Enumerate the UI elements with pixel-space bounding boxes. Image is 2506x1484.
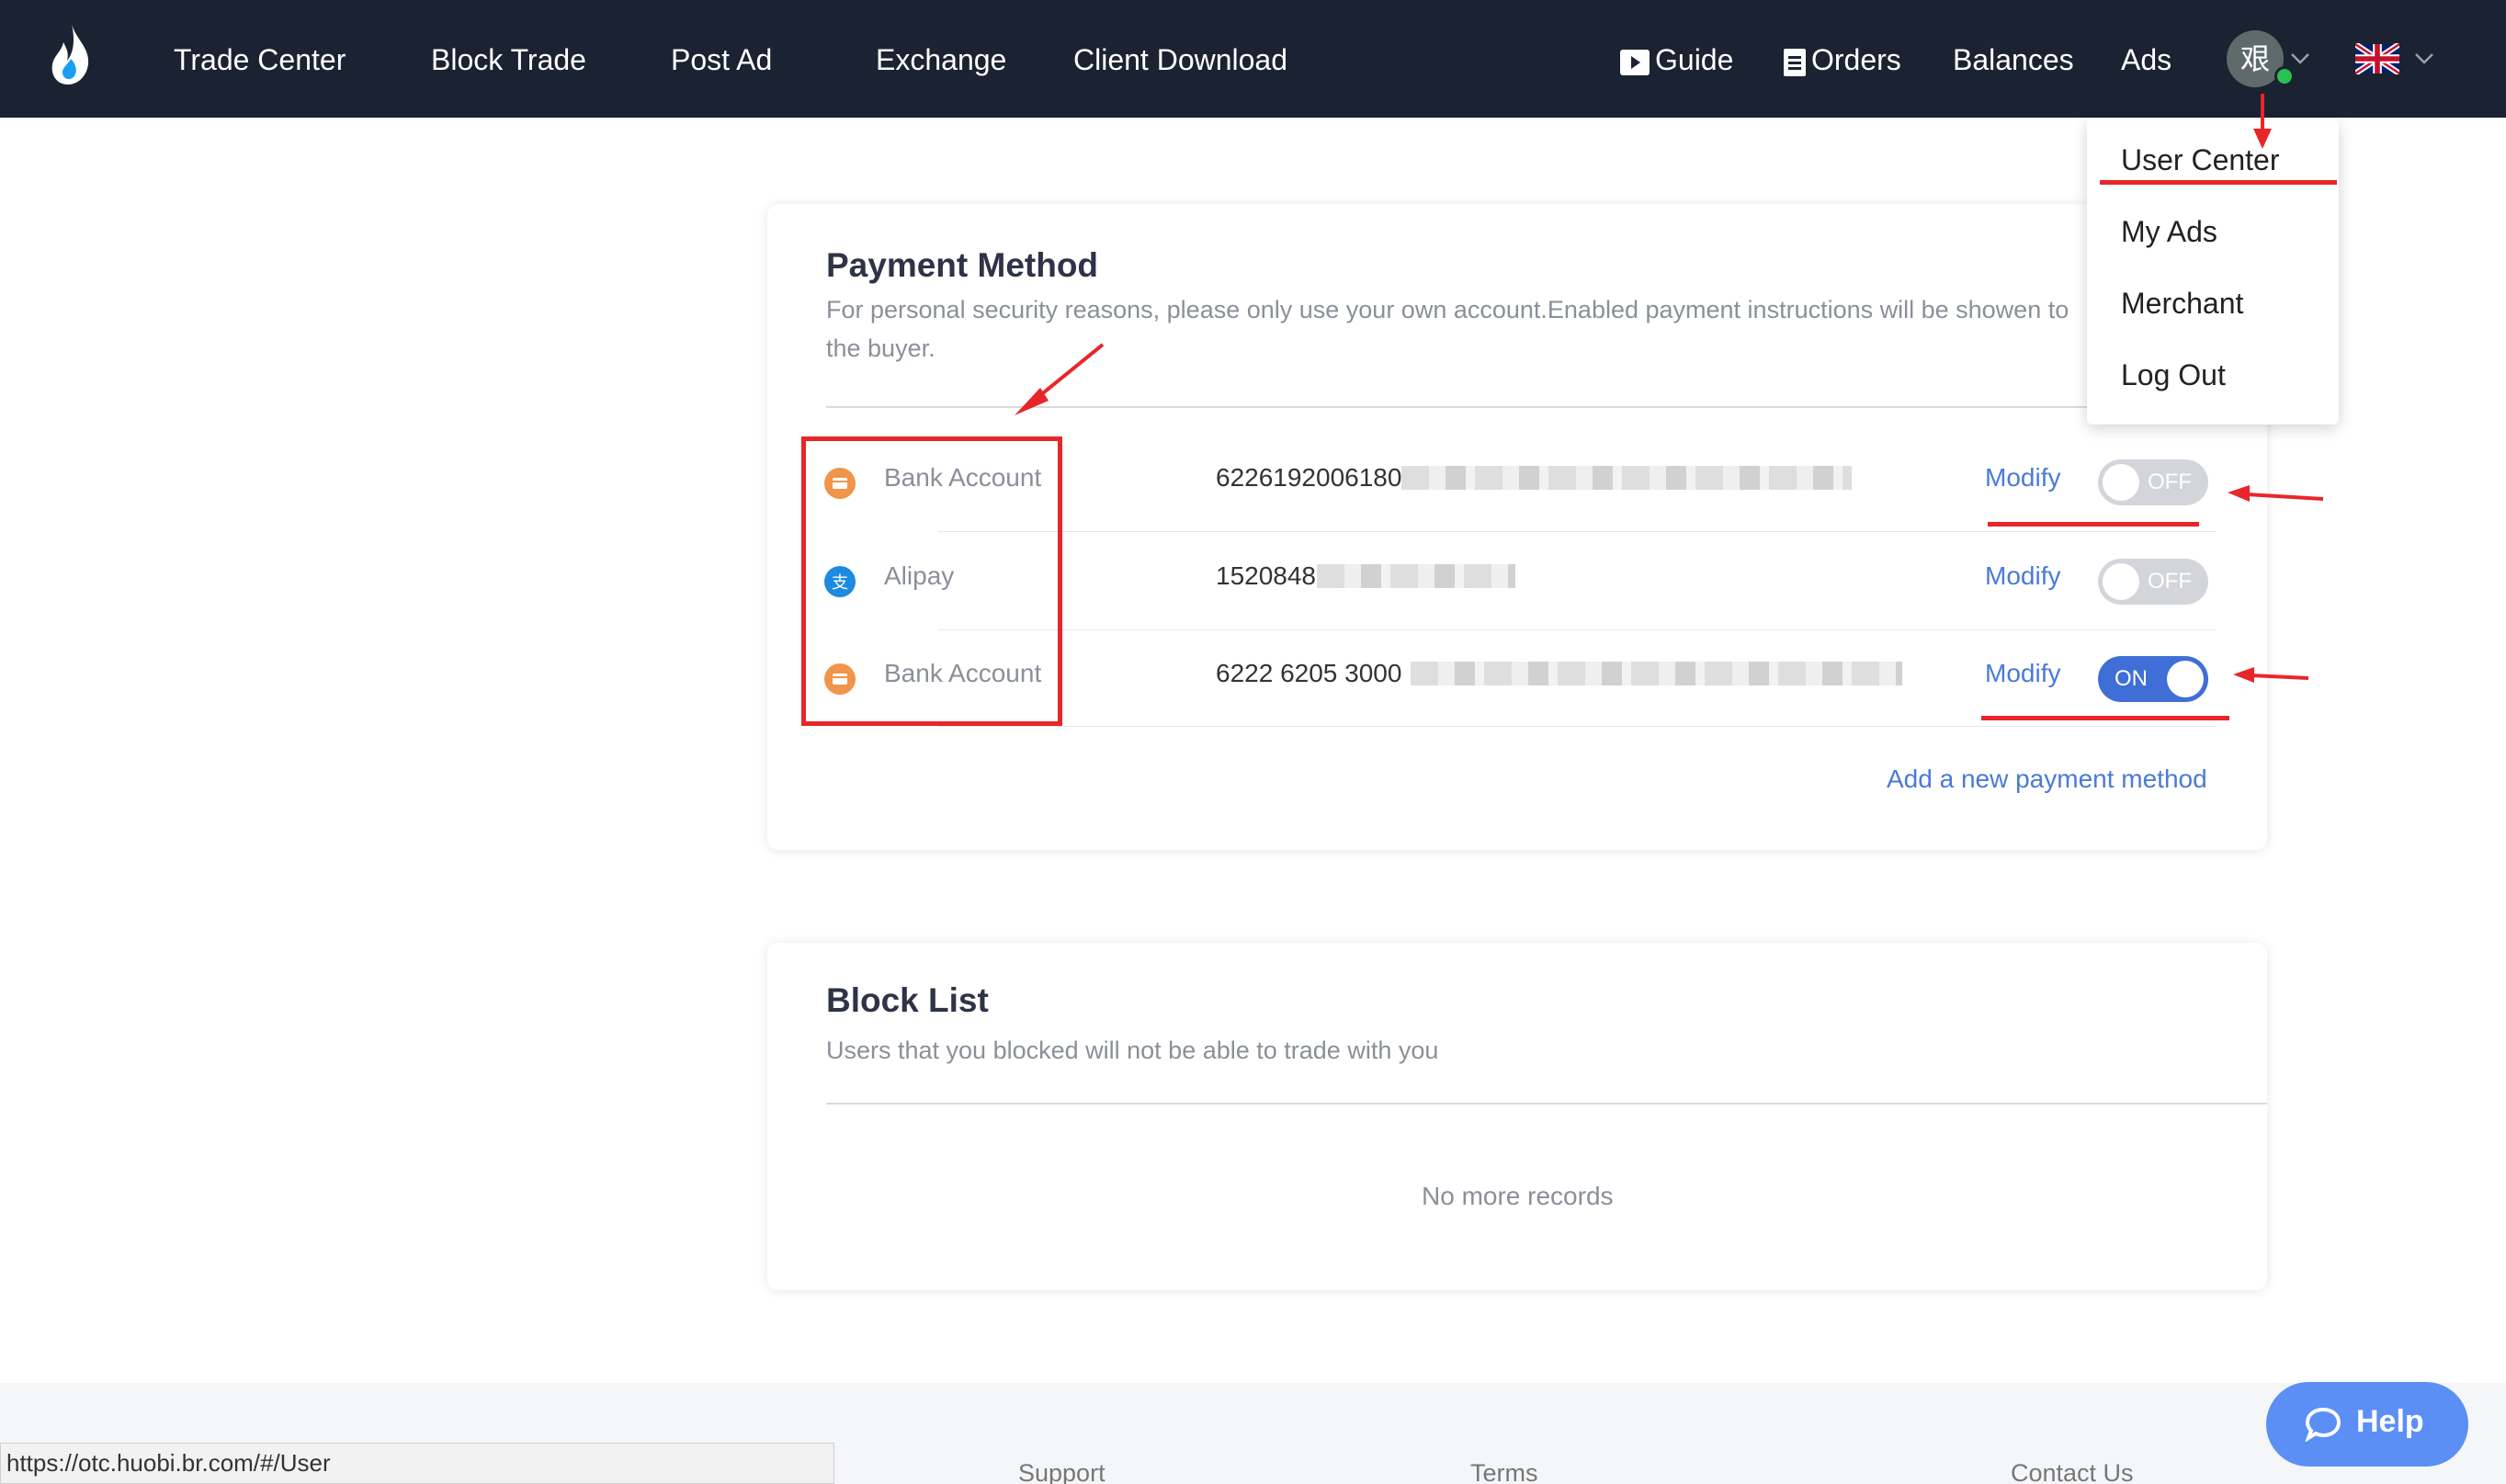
user-dropdown-menu: User Center My Ads Merchant Log Out [2087,119,2339,425]
row-divider [938,726,2216,727]
divider [826,1103,2267,1105]
payment-toggle-on[interactable]: ON [2098,656,2208,702]
account-number: 6226192006180 [1216,463,1402,492]
annotation-underline [1981,716,2229,720]
nav-client-download[interactable]: Client Download [1073,37,1287,83]
menu-log-out[interactable]: Log Out [2121,357,2226,393]
toggle-knob [2103,563,2139,600]
account-number: 1520848 [1216,561,1317,590]
status-bar-url: https://otc.huobi.br.com/#/User [0,1443,834,1484]
chevron-down-icon[interactable] [2288,46,2312,70]
toggle-label: OFF [2148,470,2192,494]
payment-method-title: Payment Method [826,246,1099,284]
block-list-title: Block List [826,981,989,1019]
divider [826,406,2267,408]
toggle-knob [2167,661,2204,697]
block-list-card: Block List Users that you blocked will n… [767,943,2267,1290]
nav-orders-label: Orders [1811,43,1901,76]
huobi-logo-icon[interactable] [48,22,94,86]
nav-block-trade[interactable]: Block Trade [431,37,586,83]
redacted-account [1317,564,1515,588]
nav-exchange[interactable]: Exchange [876,37,1006,83]
menu-user-center[interactable]: User Center [2121,142,2280,178]
annotation-box [801,436,1062,726]
footer-support-link[interactable]: Support [1018,1459,1106,1484]
nav-orders[interactable]: Orders [1784,37,1901,83]
document-icon [1784,48,1806,76]
menu-my-ads[interactable]: My Ads [2121,213,2217,250]
toggle-label: OFF [2148,569,2192,594]
nav-guide[interactable]: Guide [1620,37,1733,83]
annotation-underline [1988,522,2199,527]
uk-flag-icon[interactable] [2355,43,2399,74]
modify-button[interactable]: Modify [1985,561,2060,591]
chat-bubble-icon [2305,1407,2342,1442]
toggle-knob [2103,464,2139,501]
footer-contact-link[interactable]: Contact Us [2011,1459,2134,1484]
payment-method-description: For personal security reasons, please on… [826,296,2069,362]
play-icon [1620,49,1650,75]
nav-ads[interactable]: Ads [2121,37,2171,83]
nav-post-ad[interactable]: Post Ad [671,37,772,83]
nav-balances[interactable]: Balances [1953,37,2074,83]
row-divider [938,629,2216,630]
help-button[interactable]: Help [2266,1382,2468,1467]
modify-button[interactable]: Modify [1985,463,2060,493]
payment-toggle-off[interactable]: OFF [2098,559,2208,605]
menu-merchant[interactable]: Merchant [2121,285,2243,322]
redacted-account [1411,662,1902,685]
empty-state-text: No more records [1422,1182,1614,1210]
language-chevron-icon[interactable] [2412,46,2436,70]
redacted-account [1401,466,1852,490]
toggle-label: ON [2115,666,2148,691]
row-divider [938,531,2216,532]
nav-guide-label: Guide [1655,43,1734,76]
block-list-description: Users that you blocked will not be able … [826,1037,1439,1064]
payment-toggle-off[interactable]: OFF [2098,459,2208,505]
account-number: 6222 6205 3000 [1216,659,1402,687]
add-payment-method-link[interactable]: Add a new payment method [1887,765,2207,794]
footer-terms-link[interactable]: Terms [1470,1459,1538,1484]
nav-trade-center[interactable]: Trade Center [174,37,346,83]
modify-button[interactable]: Modify [1985,659,2060,688]
annotation-underline [2100,180,2337,185]
help-label: Help [2356,1404,2424,1439]
